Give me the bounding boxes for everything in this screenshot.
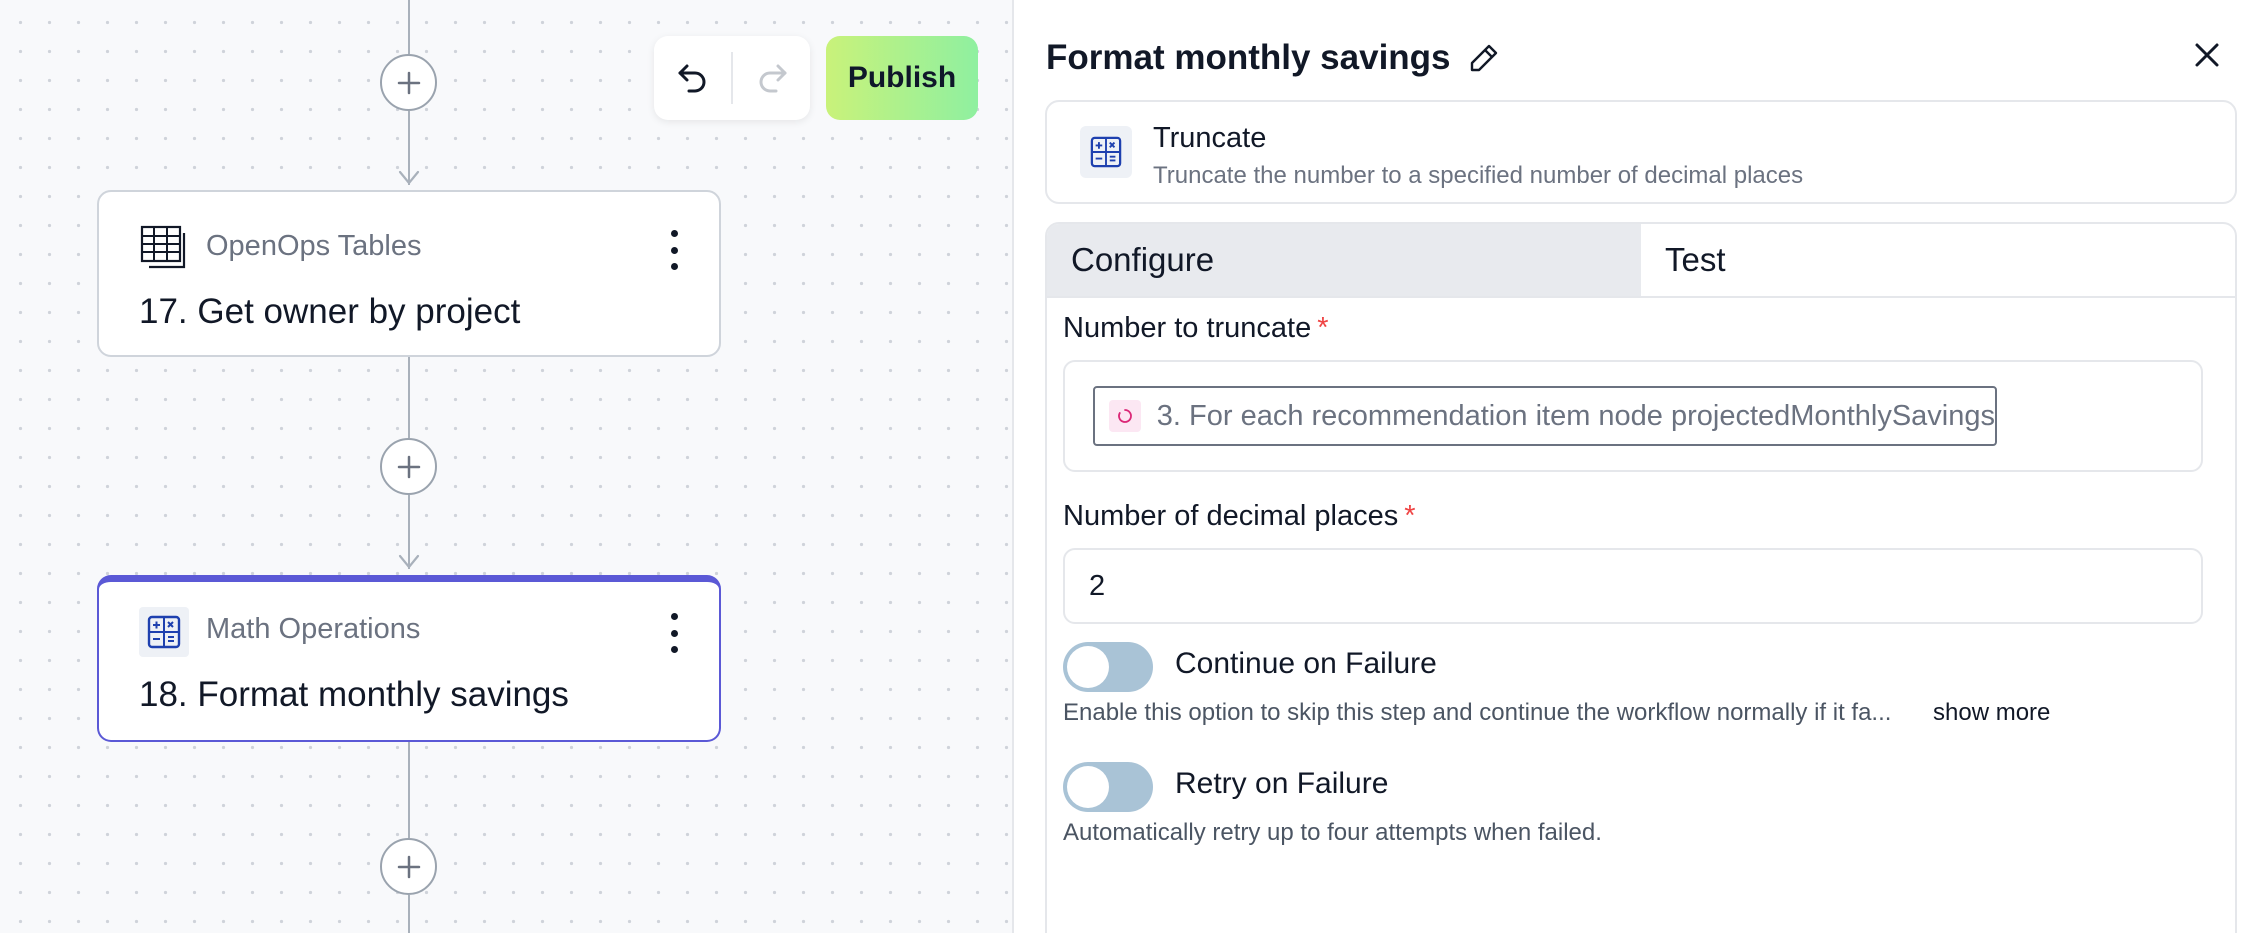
data-reference-pill[interactable]: 3. For each recommendation item node pro… — [1093, 386, 1997, 446]
history-controls — [654, 36, 810, 120]
add-step-button[interactable] — [380, 438, 437, 495]
toggle-knob — [1067, 646, 1109, 688]
selected-action-card[interactable]: Truncate Truncate the number to a specif… — [1045, 100, 2237, 204]
redo-button[interactable] — [733, 36, 810, 120]
redo-icon — [759, 64, 786, 93]
plus-icon — [397, 71, 420, 94]
table-icon — [139, 224, 189, 274]
calculator-icon — [139, 607, 189, 657]
field-label-text: Number of decimal places — [1063, 500, 1399, 532]
number-to-truncate-label: Number to truncate * — [1063, 312, 1329, 345]
panel-header: Format monthly savings — [1046, 38, 1501, 78]
action-description: Truncate the number to a specified numbe… — [1153, 162, 1804, 189]
data-reference-text: 3. For each recommendation item node pro… — [1156, 399, 1995, 432]
step-title: 18. Format monthly savings — [139, 675, 569, 714]
decimal-places-label: Number of decimal places * — [1063, 500, 1416, 533]
tab-bar: Configure Test — [1047, 224, 2235, 298]
more-options-icon[interactable] — [667, 613, 681, 653]
loop-icon — [1109, 400, 1141, 432]
config-section: Configure Test Number to truncate * 3. Fo… — [1045, 222, 2237, 933]
pencil-icon[interactable] — [1467, 41, 1501, 75]
continue-on-failure-help: Enable this option to skip this step and… — [1063, 699, 1892, 726]
step-card-format-savings[interactable]: Math Operations 18. Format monthly savin… — [97, 575, 721, 742]
continue-on-failure-label: Continue on Failure — [1175, 647, 1437, 680]
undo-icon — [678, 64, 705, 93]
retry-on-failure-help: Automatically retry up to four attempts … — [1063, 819, 1602, 846]
continue-on-failure-toggle[interactable] — [1063, 642, 1153, 692]
tab-test[interactable]: Test — [1641, 224, 2235, 296]
arrow-down-icon — [398, 170, 420, 185]
calculator-icon — [1080, 126, 1132, 178]
flow-canvas[interactable]: OpenOps Tables 17. Get owner by project … — [0, 0, 1012, 933]
step-title: 17. Get owner by project — [139, 292, 521, 331]
more-options-icon[interactable] — [667, 230, 681, 270]
add-step-button[interactable] — [380, 838, 437, 895]
undo-button[interactable] — [654, 36, 731, 120]
flow-edge — [408, 357, 410, 438]
show-more-link[interactable]: show more — [1933, 699, 2050, 727]
add-step-button[interactable] — [380, 54, 437, 111]
field-label-text: Number to truncate — [1063, 312, 1312, 344]
retry-on-failure-label: Retry on Failure — [1175, 767, 1389, 800]
step-source: Math Operations — [206, 613, 421, 645]
action-name: Truncate — [1153, 122, 1267, 154]
flow-edge — [408, 742, 410, 838]
step-source: OpenOps Tables — [206, 230, 422, 262]
flow-edge — [408, 0, 410, 54]
decimal-places-input[interactable] — [1063, 548, 2203, 624]
plus-icon — [397, 855, 420, 878]
required-mark: * — [1404, 500, 1416, 532]
step-settings-panel: Format monthly savings Truncate Truncate… — [1012, 0, 2248, 933]
step-card-get-owner[interactable]: OpenOps Tables 17. Get owner by project — [97, 190, 721, 357]
close-icon — [2195, 43, 2219, 67]
close-panel-button[interactable] — [2190, 38, 2224, 72]
toggle-knob — [1067, 766, 1109, 808]
retry-on-failure-toggle[interactable] — [1063, 762, 1153, 812]
panel-title: Format monthly savings — [1046, 38, 1451, 77]
flow-edge — [408, 895, 410, 933]
number-to-truncate-input[interactable]: 3. For each recommendation item node pro… — [1063, 360, 2203, 472]
tab-configure[interactable]: Configure — [1047, 224, 1641, 296]
publish-button[interactable]: Publish — [826, 36, 978, 120]
arrow-down-icon — [398, 554, 420, 569]
plus-icon — [397, 455, 420, 478]
required-mark: * — [1317, 312, 1329, 344]
